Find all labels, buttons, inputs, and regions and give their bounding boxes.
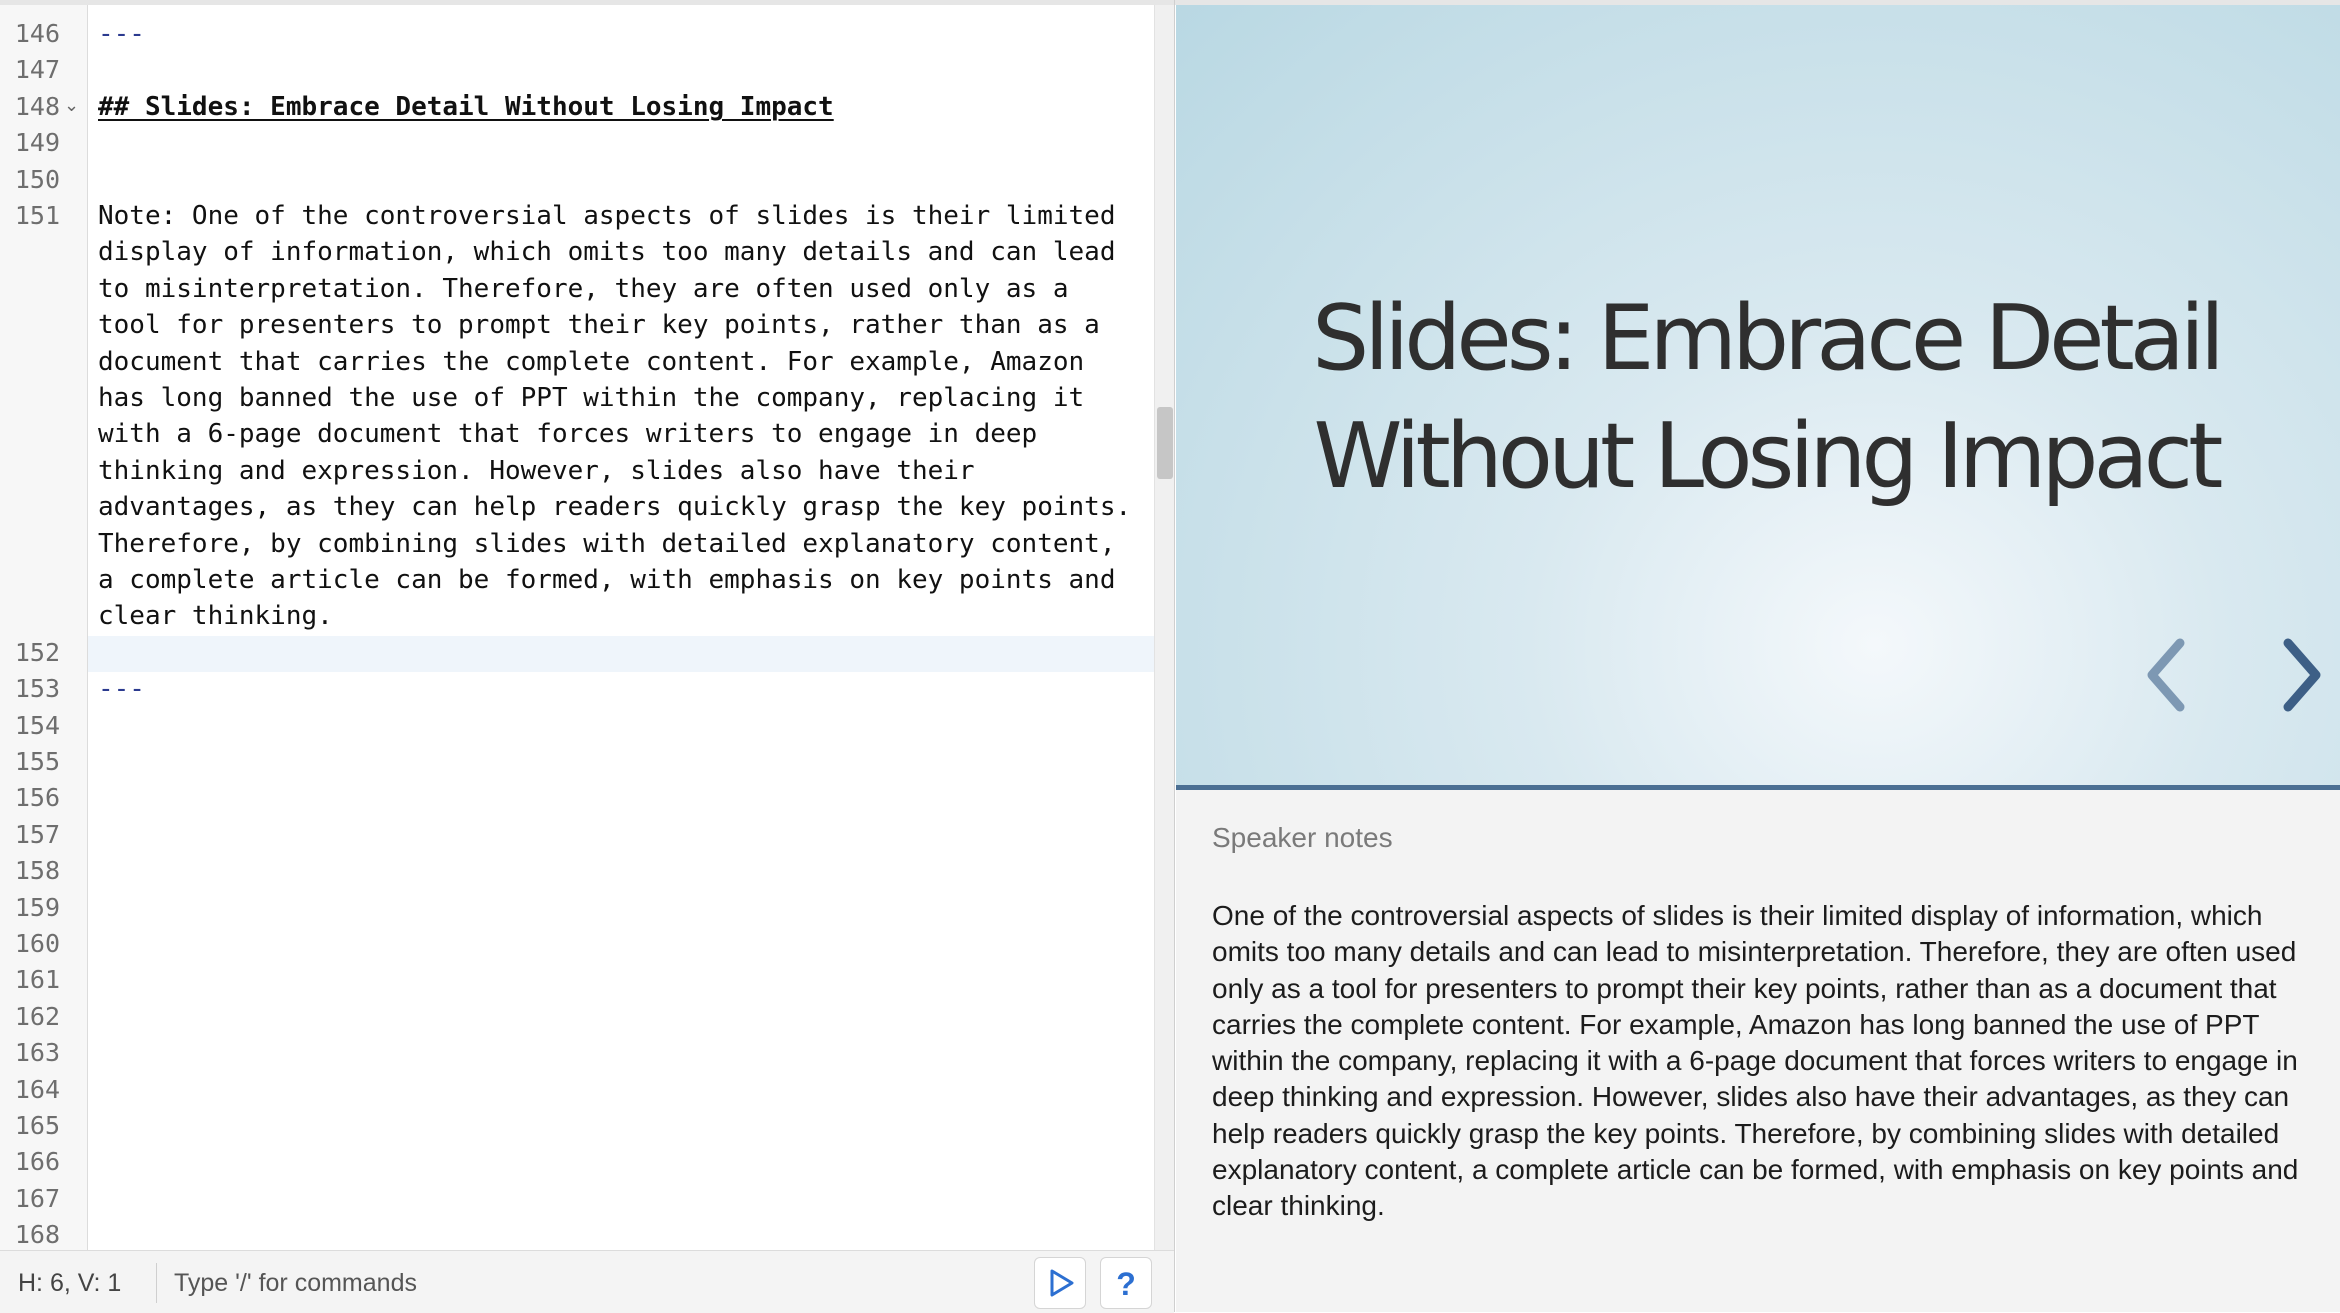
command-input[interactable]: Type '/' for commands [174, 1269, 417, 1298]
note-line: with a 6-page document that forces write… [98, 419, 1038, 449]
pane-splitter[interactable] [1174, 0, 1175, 1312]
line-number: 157 [14, 820, 60, 849]
line-number: 146 [14, 19, 60, 48]
scrollbar-thumb[interactable] [1157, 407, 1173, 479]
status-divider [156, 1263, 157, 1303]
chevron-left-icon [2147, 638, 2185, 712]
line-number: 153 [14, 674, 60, 703]
chevron-right-icon [2283, 638, 2321, 712]
line-number: 158 [14, 856, 60, 885]
note-line: advantages, as they can help readers qui… [98, 492, 1132, 522]
line-number: 148 [14, 92, 60, 121]
note-line: display of information, which omits too … [98, 237, 1116, 267]
horizontal-rule-marker: --- [98, 674, 145, 704]
editor-scrollbar[interactable] [1154, 5, 1175, 1250]
speaker-notes-text: One of the controversial aspects of slid… [1212, 900, 2299, 1222]
line-number: 147 [14, 55, 60, 84]
note-line: document that carries the complete conte… [98, 347, 1085, 377]
line-number: 162 [14, 1002, 60, 1031]
slide-title: Slides: Embrace Detail Without Losing Im… [1176, 280, 2340, 516]
note-line: has long banned the use of PPT within th… [98, 383, 1085, 413]
markdown-heading: ## Slides: Embrace Detail Without Losing… [98, 92, 834, 122]
note-line: Note: One of the controversial aspects o… [98, 201, 1116, 231]
line-number: 159 [14, 893, 60, 922]
note-line: Therefore, by combining slides with deta… [98, 529, 1116, 559]
note-line: a complete article can be formed, with e… [98, 565, 1116, 595]
line-number: 149 [14, 128, 60, 157]
line-number: 160 [14, 929, 60, 958]
slide-title-line: Slides: Embrace Detail [1312, 286, 2225, 391]
line-number: 166 [14, 1147, 60, 1176]
line-number: 163 [14, 1038, 60, 1067]
code-area[interactable]: --- ## Slides: Embrace Detail Without Lo… [98, 0, 1138, 1250]
slide-preview: Slides: Embrace Detail Without Losing Im… [1176, 5, 2340, 785]
line-number: 168 [14, 1220, 60, 1249]
line-number-gutter: 146 147 148 ⌄ 149 150 151 152 153 154 15… [0, 0, 88, 1250]
note-line: thinking and expression. However, slides… [98, 456, 975, 486]
line-number: 155 [14, 747, 60, 776]
speaker-notes-panel: Speaker notes One of the controversial a… [1176, 790, 2340, 1312]
note-line: to misinterpretation. Therefore, they ar… [98, 274, 1069, 304]
line-number: 161 [14, 965, 60, 994]
line-number: 167 [14, 1184, 60, 1213]
note-line: clear thinking. [98, 601, 333, 631]
slide-title-line: Without Losing Impact [1313, 404, 2224, 509]
line-number: 164 [14, 1075, 60, 1104]
line-number: 151 [14, 201, 60, 230]
speaker-notes-label: Speaker notes [1212, 822, 1393, 853]
help-button[interactable]: ? [1100, 1257, 1152, 1309]
line-number: 152 [14, 638, 60, 667]
present-button[interactable] [1034, 1257, 1086, 1309]
status-bar: H: 6, V: 1 Type '/' for commands ? [0, 1250, 1174, 1313]
play-icon [1050, 1269, 1074, 1297]
previous-slide-button[interactable] [2136, 635, 2196, 715]
horizontal-rule-marker: --- [98, 19, 145, 49]
markdown-editor[interactable]: 146 147 148 ⌄ 149 150 151 152 153 154 15… [0, 0, 1154, 1312]
help-icon: ? [1116, 1266, 1136, 1302]
note-line: tool for presenters to prompt their key … [98, 310, 1100, 340]
line-number: 156 [14, 783, 60, 812]
fold-chevron-icon[interactable]: ⌄ [64, 95, 79, 116]
line-number: 154 [14, 711, 60, 740]
cursor-position: H: 6, V: 1 [18, 1269, 122, 1297]
next-slide-button[interactable] [2272, 635, 2332, 715]
line-number: 165 [14, 1111, 60, 1140]
line-number: 150 [14, 165, 60, 194]
